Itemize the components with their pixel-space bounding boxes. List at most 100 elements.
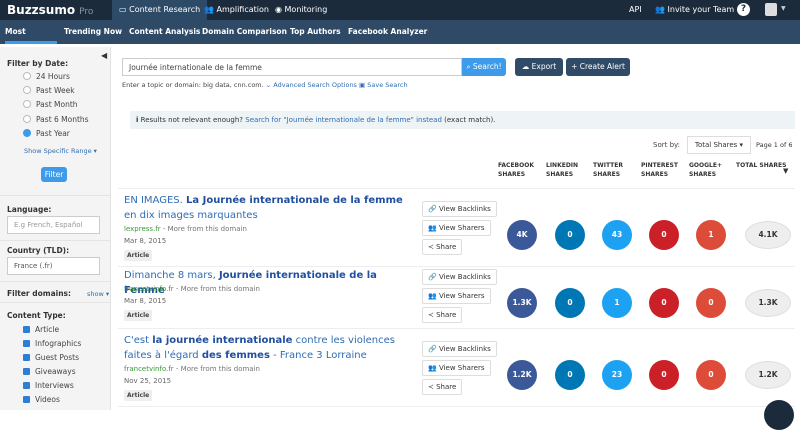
subnav-facebook-analyzer[interactable]: Facebook Analyzer bbox=[348, 20, 427, 44]
google-shares-count[interactable]: 0 bbox=[696, 360, 726, 390]
view-backlinks-button[interactable]: 🔗 View Backlinks bbox=[422, 201, 497, 217]
total-shares-count: 1.3K bbox=[745, 289, 791, 317]
result-date: Nov 25, 2015 bbox=[124, 377, 172, 385]
more-from-domain-link[interactable]: - More from this domain bbox=[174, 285, 260, 293]
page-indicator: Page 1 of 6 bbox=[756, 141, 793, 149]
search-hint: Enter a topic or domain: big data, cnn.c… bbox=[122, 81, 408, 89]
more-from-domain-link[interactable]: - More from this domain bbox=[174, 365, 260, 373]
domain-link[interactable]: francetvinfo.fr bbox=[124, 285, 174, 293]
checkbox-giveaways[interactable]: Giveaways bbox=[23, 367, 76, 376]
result-domain: lexpress.fr - More from this domain bbox=[124, 225, 247, 233]
radio-past-6-months[interactable]: Past 6 Months bbox=[23, 115, 89, 124]
linkedin-shares-count[interactable]: 0 bbox=[555, 288, 585, 318]
result-title[interactable]: EN IMAGES. La Journée internationale de … bbox=[124, 193, 414, 223]
save-search-link[interactable]: ▣ Save Search bbox=[359, 81, 408, 89]
country-label: Country (TLD): bbox=[7, 246, 70, 255]
help-icon[interactable]: ? bbox=[737, 3, 750, 16]
more-from-domain-link[interactable]: - More from this domain bbox=[161, 225, 247, 233]
sort-select[interactable]: Total Shares ▾ bbox=[687, 136, 751, 154]
filter-button[interactable]: Filter bbox=[41, 167, 67, 182]
sidebar: ◀ Filter by Date: 24 Hours Past Week Pas… bbox=[0, 47, 111, 410]
country-input[interactable]: France (.fr) bbox=[7, 257, 100, 275]
avatar[interactable] bbox=[765, 3, 777, 16]
google-shares-count[interactable]: 1 bbox=[696, 220, 726, 250]
domain-link[interactable]: lexpress.fr bbox=[124, 225, 161, 233]
twitter-shares-count[interactable]: 1 bbox=[602, 288, 632, 318]
content-type-badge: Article bbox=[124, 250, 153, 261]
search-input[interactable]: Journée internationale de la femme bbox=[122, 58, 462, 76]
pinterest-shares-count[interactable]: 0 bbox=[649, 288, 679, 318]
filter-date-label: Filter by Date: bbox=[7, 59, 69, 68]
share-button[interactable]: ≺ Share bbox=[422, 239, 463, 255]
language-input[interactable]: E.g French, Español bbox=[7, 216, 100, 234]
col-pinterest[interactable]: PINTEREST SHARES bbox=[641, 161, 686, 179]
col-facebook[interactable]: FACEBOOK SHARES bbox=[498, 161, 543, 179]
twitter-shares-count[interactable]: 23 bbox=[602, 360, 632, 390]
invite-team-link[interactable]: 👥 Invite your Team bbox=[648, 0, 741, 20]
share-button[interactable]: ≺ Share bbox=[422, 307, 463, 323]
checkbox-article[interactable]: Article bbox=[23, 325, 59, 334]
view-sharers-button[interactable]: 👥 View Sharers bbox=[422, 288, 491, 304]
view-backlinks-button[interactable]: 🔗 View Backlinks bbox=[422, 269, 497, 285]
col-twitter[interactable]: TWITTER SHARES bbox=[593, 161, 638, 179]
checkbox-guest-posts[interactable]: Guest Posts bbox=[23, 353, 79, 362]
result-date: Mar 8, 2015 bbox=[124, 297, 167, 305]
result-title[interactable]: C'est la journée internationale contre l… bbox=[124, 333, 414, 363]
pinterest-shares-count[interactable]: 0 bbox=[649, 220, 679, 250]
tab-content-research[interactable]: ▭ Content Research bbox=[112, 0, 208, 20]
content-type-badge: Article bbox=[124, 390, 153, 401]
language-label: Language: bbox=[7, 205, 52, 214]
sort-label: Sort by: bbox=[653, 141, 681, 149]
pinterest-shares-count[interactable]: 0 bbox=[649, 360, 679, 390]
checkbox-videos[interactable]: Videos bbox=[23, 395, 60, 404]
view-sharers-button[interactable]: 👥 View Sharers bbox=[422, 360, 491, 376]
subnav-top-authors[interactable]: Top Authors bbox=[290, 20, 341, 44]
view-sharers-button[interactable]: 👥 View Sharers bbox=[422, 220, 491, 236]
domain-link[interactable]: francetvinfo.fr bbox=[124, 365, 174, 373]
top-bar: Buzzsumo Pro ▭ Content Research 👥 Amplifi… bbox=[0, 0, 800, 20]
subnav-domain-comparison[interactable]: Domain Comparison bbox=[202, 20, 287, 44]
facebook-shares-count[interactable]: 4K bbox=[507, 220, 537, 250]
radio-24-hours[interactable]: 24 Hours bbox=[23, 72, 70, 81]
radio-past-month[interactable]: Past Month bbox=[23, 100, 78, 109]
share-button[interactable]: ≺ Share bbox=[422, 379, 463, 395]
linkedin-shares-count[interactable]: 0 bbox=[555, 220, 585, 250]
tab-monitoring[interactable]: ◉ Monitoring bbox=[268, 0, 334, 20]
chat-bubble-icon[interactable] bbox=[764, 400, 794, 430]
subnav-trending-now[interactable]: Trending Now bbox=[64, 20, 122, 44]
col-google[interactable]: GOOGLE+ SHARES bbox=[689, 161, 734, 179]
checkbox-infographics[interactable]: Infographics bbox=[23, 339, 81, 348]
advanced-search-link[interactable]: ⌄ Advanced Search Options bbox=[266, 81, 357, 89]
result-title[interactable]: Dimanche 8 mars, Journée internationale … bbox=[124, 268, 414, 298]
export-button[interactable]: ☁ Export bbox=[515, 58, 563, 76]
sub-nav: Most Shared Trending Now Content Analysi… bbox=[0, 20, 800, 60]
twitter-shares-count[interactable]: 43 bbox=[602, 220, 632, 250]
collapse-sidebar-icon[interactable]: ◀ bbox=[101, 51, 107, 60]
radio-past-week[interactable]: Past Week bbox=[23, 86, 75, 95]
result-domain: francetvinfo.fr - More from this domain bbox=[124, 365, 260, 373]
logo[interactable]: Buzzsumo Pro bbox=[7, 3, 93, 17]
show-specific-range-link[interactable]: Show Specific Range ▾ bbox=[24, 147, 97, 155]
filter-domains-show[interactable]: show ▾ bbox=[87, 290, 109, 298]
relevance-notice: i Results not relevant enough? Search fo… bbox=[130, 111, 795, 129]
radio-past-year[interactable]: Past Year bbox=[23, 129, 70, 138]
content-type-label: Content Type: bbox=[7, 311, 66, 320]
chevron-down-icon[interactable]: ▼ bbox=[781, 5, 786, 12]
create-alert-button[interactable]: + Create Alert bbox=[566, 58, 630, 76]
subnav-content-analysis[interactable]: Content Analysis bbox=[129, 20, 200, 44]
result-domain: francetvinfo.fr - More from this domain bbox=[124, 285, 260, 293]
exact-match-link[interactable]: Search for "Journée internationale de la… bbox=[245, 116, 442, 124]
col-linkedin[interactable]: LINKEDIN SHARES bbox=[546, 161, 591, 179]
facebook-shares-count[interactable]: 1.3K bbox=[507, 288, 537, 318]
subnav-most-shared[interactable]: Most Shared bbox=[5, 20, 57, 60]
linkedin-shares-count[interactable]: 0 bbox=[555, 360, 585, 390]
view-backlinks-button[interactable]: 🔗 View Backlinks bbox=[422, 341, 497, 357]
facebook-shares-count[interactable]: 1.2K bbox=[507, 360, 537, 390]
filter-domains-label: Filter domains: bbox=[7, 289, 72, 298]
search-button[interactable]: ⌕ Search! bbox=[462, 58, 506, 76]
total-shares-count: 4.1K bbox=[745, 221, 791, 249]
api-link[interactable]: API bbox=[622, 0, 649, 20]
google-shares-count[interactable]: 0 bbox=[696, 288, 726, 318]
tab-amplification[interactable]: 👥 Amplification bbox=[197, 0, 276, 20]
checkbox-interviews[interactable]: Interviews bbox=[23, 381, 74, 390]
